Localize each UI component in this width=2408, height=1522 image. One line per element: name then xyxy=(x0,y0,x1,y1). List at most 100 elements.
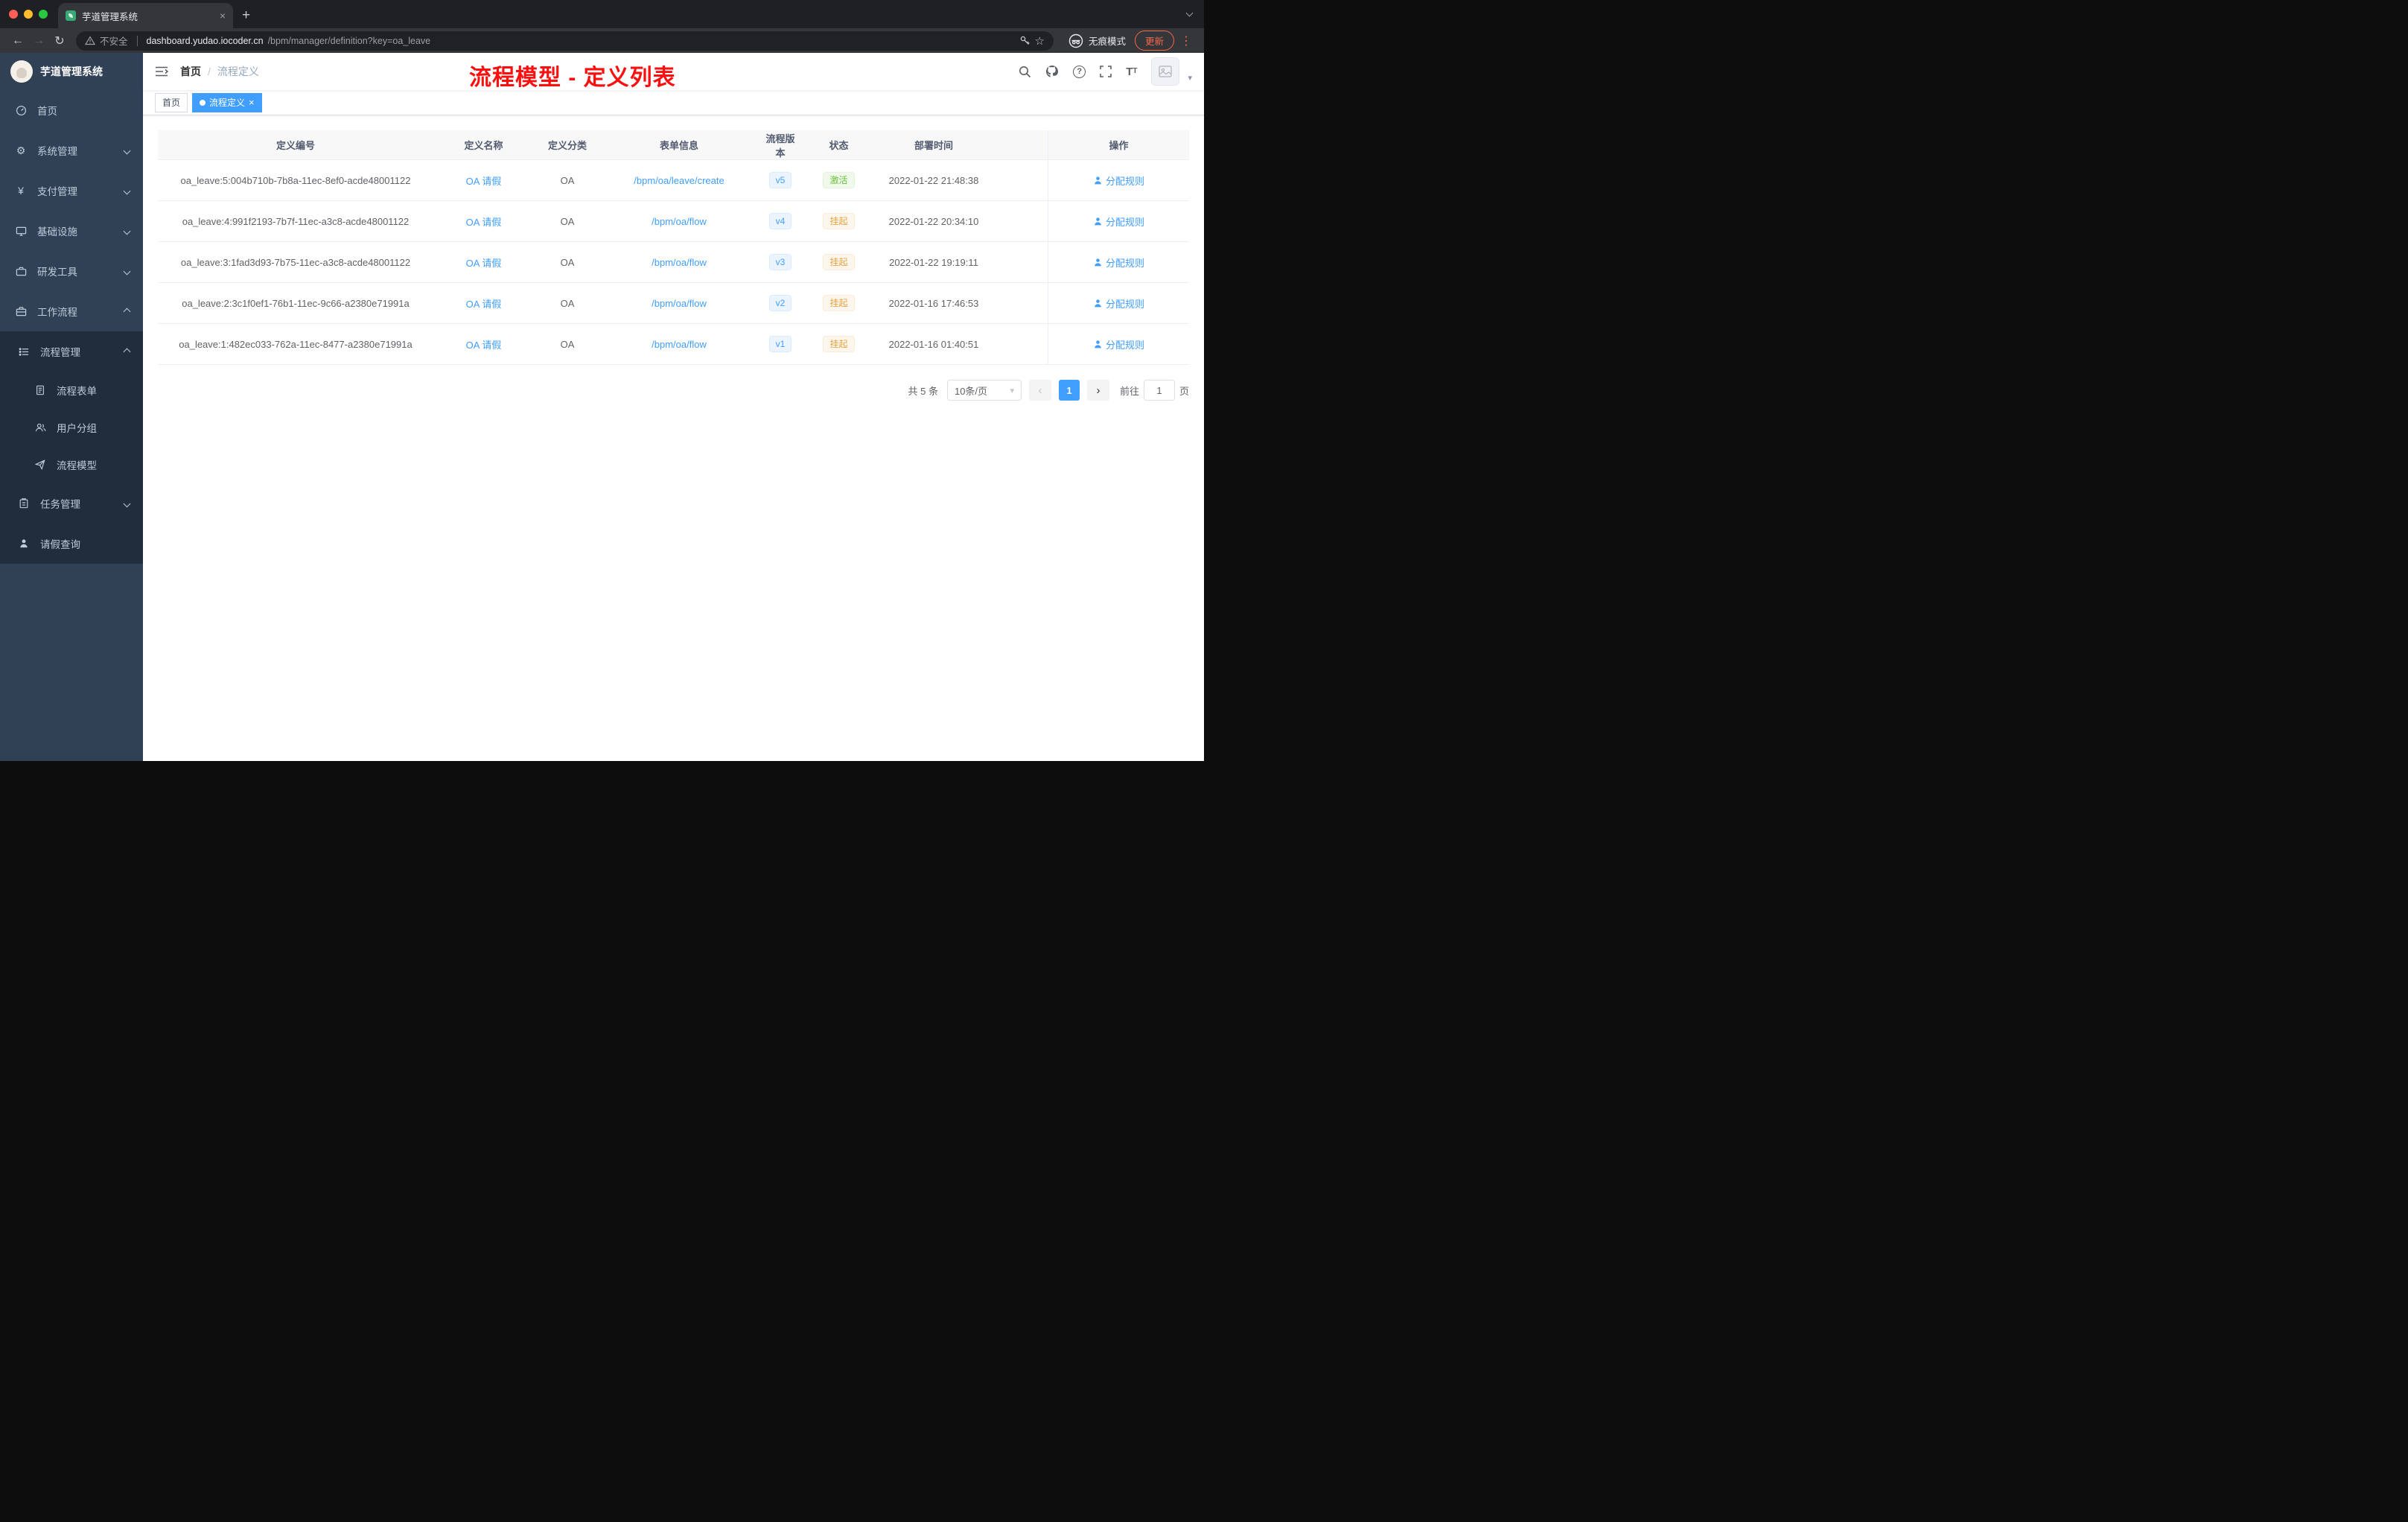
page-unit-label: 页 xyxy=(1179,385,1189,397)
sidebar-item-process-form[interactable]: 流程表单 xyxy=(0,372,143,409)
browser-tab[interactable]: 芋道管理系统 × xyxy=(58,3,233,28)
sidebar-item-home[interactable]: 首页 xyxy=(0,90,143,130)
person-icon xyxy=(1095,299,1101,307)
form-link[interactable]: /bpm/oa/flow xyxy=(652,298,707,309)
zoom-window-button[interactable] xyxy=(39,10,48,19)
tag-process-definition[interactable]: 流程定义 × xyxy=(192,92,262,112)
browser-toolbar: ← → ↻ 不安全 dashboard.yudao.iocoder.cn/bpm… xyxy=(0,28,1204,53)
new-tab-button[interactable]: + xyxy=(242,7,250,24)
column-header-action: 操作 xyxy=(1048,130,1189,159)
reload-button[interactable]: ↻ xyxy=(49,34,70,48)
minimize-window-button[interactable] xyxy=(24,10,33,19)
version-tag: v1 xyxy=(768,336,792,352)
definition-table: 定义编号 定义名称 定义分类 表单信息 流程版本 状态 部署时间 操作 oa_l… xyxy=(158,130,1189,365)
tab-favicon-icon xyxy=(66,10,76,21)
question-icon[interactable]: ? xyxy=(1073,65,1086,78)
form-link[interactable]: /bpm/oa/leave/create xyxy=(634,175,724,186)
annotation-text: 流程模型 - 定义列表 xyxy=(469,66,676,90)
fontsize-icon[interactable]: TT xyxy=(1126,66,1137,77)
caret-down-icon[interactable]: ▾ xyxy=(1188,73,1192,86)
back-button[interactable]: ← xyxy=(7,34,28,48)
tab-search-icon[interactable] xyxy=(1185,6,1194,19)
person-icon xyxy=(1095,340,1101,348)
form-link[interactable]: /bpm/oa/flow xyxy=(652,339,707,350)
definition-name-link[interactable]: OA 请假 xyxy=(466,173,502,188)
page-number-1[interactable]: 1 xyxy=(1058,380,1080,401)
sidebar-logo[interactable]: 芋道管理系统 xyxy=(0,53,143,90)
tab-close-icon[interactable]: × xyxy=(220,10,226,22)
goto-label: 前往 xyxy=(1119,385,1139,397)
navbar-actions: ? TT ▾ xyxy=(1019,57,1192,86)
user-icon xyxy=(18,538,30,549)
browser-menu-icon[interactable]: ⋮ xyxy=(1180,34,1192,48)
chevron-down-icon xyxy=(123,147,131,154)
tag-label: 首页 xyxy=(162,98,181,108)
assign-rule-button[interactable]: 分配规则 xyxy=(1093,173,1144,188)
sidebar-item-label: 流程模型 xyxy=(57,460,97,471)
sidebar-item-process-model[interactable]: 流程模型 xyxy=(0,446,143,483)
breadcrumb-home[interactable]: 首页 xyxy=(180,64,201,79)
definition-name-link[interactable]: OA 请假 xyxy=(466,296,502,311)
caret-down-icon: ▾ xyxy=(1010,386,1014,395)
prev-page-button[interactable]: ‹ xyxy=(1028,380,1051,401)
cell-definition-id: oa_leave:2:3c1f0ef1-76b1-11ec-9c66-a2380… xyxy=(182,297,410,309)
version-tag: v5 xyxy=(768,172,792,188)
sidebar-item-user-group[interactable]: 用户分组 xyxy=(0,409,143,446)
cell-definition-id: oa_leave:3:1fad3d93-7b75-11ec-a3c8-acde4… xyxy=(180,256,411,268)
sidebar-item-label: 首页 xyxy=(37,106,57,117)
sidebar-item-leave-query[interactable]: 请假查询 xyxy=(0,523,143,564)
cell-filler xyxy=(993,242,1048,282)
column-header-form: 表单信息 xyxy=(659,140,698,151)
assign-rule-button[interactable]: 分配规则 xyxy=(1093,255,1144,270)
task-icon xyxy=(18,498,30,509)
assign-rule-label: 分配规则 xyxy=(1105,339,1144,351)
tab-title: 芋道管理系统 xyxy=(82,11,138,22)
next-page-button[interactable]: › xyxy=(1086,380,1109,401)
address-bar[interactable]: 不安全 dashboard.yudao.iocoder.cn/bpm/manag… xyxy=(76,31,1054,51)
assign-rule-button[interactable]: 分配规则 xyxy=(1093,296,1144,311)
sidebar-item-task-management[interactable]: 任务管理 xyxy=(0,483,143,523)
sidebar-item-label: 用户分组 xyxy=(57,423,97,434)
sidebar-item-process-management[interactable]: 流程管理 xyxy=(0,331,143,372)
fullscreen-icon[interactable] xyxy=(1100,66,1112,77)
tag-close-icon[interactable]: × xyxy=(249,98,255,107)
cell-definition-id: oa_leave:5:004b710b-7b8a-11ec-8ef0-acde4… xyxy=(180,174,411,186)
hamburger-icon[interactable] xyxy=(155,66,168,77)
sidebar-item-label: 系统管理 xyxy=(37,146,77,157)
security-label[interactable]: 不安全 xyxy=(100,34,128,48)
sidebar-item-payment[interactable]: ¥ 支付管理 xyxy=(0,171,143,211)
sidebar-item-system[interactable]: ⚙ 系统管理 xyxy=(0,130,143,171)
form-link[interactable]: /bpm/oa/flow xyxy=(652,257,707,268)
bookmark-star-icon[interactable]: ☆ xyxy=(1035,34,1045,48)
close-window-button[interactable] xyxy=(9,10,18,19)
github-icon[interactable] xyxy=(1045,65,1059,78)
browser-tabstrip: 芋道管理系统 × + xyxy=(0,0,1204,28)
person-icon xyxy=(1095,176,1101,184)
form-link[interactable]: /bpm/oa/flow xyxy=(652,216,707,227)
assign-rule-button[interactable]: 分配规则 xyxy=(1093,214,1144,229)
form-icon xyxy=(34,385,46,395)
cell-deploy-time: 2022-01-22 20:34:10 xyxy=(888,215,979,227)
status-tag: 挂起 xyxy=(823,295,855,311)
table-row: oa_leave:1:482ec033-762a-11ec-8477-a2380… xyxy=(158,324,1189,365)
sidebar-item-infrastructure[interactable]: 基础设施 xyxy=(0,211,143,251)
sidebar-item-devtools[interactable]: 研发工具 xyxy=(0,251,143,291)
definition-name-link[interactable]: OA 请假 xyxy=(466,255,502,270)
tag-home[interactable]: 首页 xyxy=(155,92,188,112)
definition-name-link[interactable]: OA 请假 xyxy=(466,214,502,229)
cell-definition-id: oa_leave:4:991f2193-7b7f-11ec-a3c8-acde4… xyxy=(182,215,410,227)
tags-view: 首页 流程定义 × xyxy=(143,90,1204,115)
sidebar-item-workflow[interactable]: 工作流程 xyxy=(0,291,143,331)
column-filler xyxy=(993,130,1048,159)
goto-page-input[interactable] xyxy=(1143,380,1175,401)
definition-name-link[interactable]: OA 请假 xyxy=(466,337,502,351)
page-size-select[interactable]: 10条/页 ▾ xyxy=(946,380,1022,401)
key-icon[interactable] xyxy=(1019,35,1031,46)
browser-update-button[interactable]: 更新 xyxy=(1134,31,1174,51)
search-icon[interactable] xyxy=(1019,66,1031,78)
assign-rule-button[interactable]: 分配规则 xyxy=(1093,337,1144,351)
screen: 芋道管理系统 × + ← → ↻ 不安全 dashboard.yudao.ioc… xyxy=(0,0,1204,761)
forward-button[interactable]: → xyxy=(28,34,49,48)
gear-icon: ⚙ xyxy=(16,144,26,156)
avatar[interactable] xyxy=(1151,57,1180,86)
